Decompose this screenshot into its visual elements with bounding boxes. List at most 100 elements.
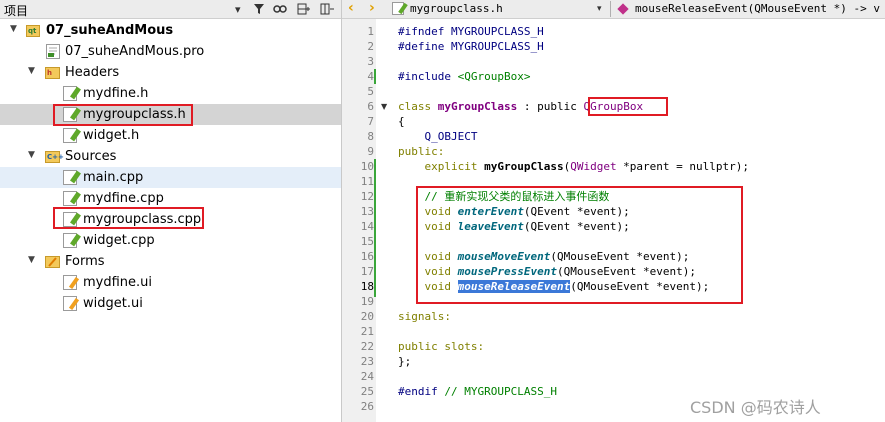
code-line-7: { (398, 115, 405, 128)
tree-item-widget-h[interactable]: widget.h (0, 125, 341, 146)
toolbar-divider (610, 1, 611, 17)
line-number: 2 (367, 40, 374, 53)
line-number: 15 (360, 235, 374, 248)
filter-icon[interactable] (253, 1, 265, 17)
line-number: 13 (360, 205, 374, 218)
highlight-box (588, 97, 668, 116)
chevron-down-icon[interactable]: ▼ (28, 255, 35, 265)
file-tab-label[interactable]: mygroupclass.h (410, 2, 503, 15)
line-number: 4 (367, 70, 374, 83)
highlight-box (53, 104, 193, 126)
modified-marker (374, 159, 376, 297)
chevron-down-icon[interactable]: ▾ (597, 1, 602, 17)
header-file-icon (392, 2, 408, 15)
project-icon: qt (26, 25, 40, 37)
split-add-icon[interactable] (297, 1, 311, 17)
tree-item-label: 07_suheAndMous.pro (65, 44, 205, 59)
tree-item-label: mydfine.h (83, 86, 149, 101)
line-number: 23 (360, 355, 374, 368)
chevron-down-icon[interactable]: ▼ (10, 24, 17, 34)
code-line-20: signals: (398, 310, 451, 323)
close-split-icon[interactable] (320, 1, 334, 17)
source-file-icon (63, 191, 81, 206)
line-number: 9 (367, 145, 374, 158)
code-line-2: #define MYGROUPCLASS_H (398, 40, 544, 53)
method-icon (617, 3, 629, 15)
tree-item-label: Sources (65, 149, 117, 164)
project-pane-toolbar: 项目 ▾ (0, 0, 341, 19)
code-line-9: public: (398, 145, 445, 158)
tree-item-mydfine-ui[interactable]: mydfine.ui (0, 272, 341, 293)
line-number: 26 (360, 400, 374, 413)
line-number: 14 (360, 220, 374, 233)
folder-icon: h (45, 67, 60, 79)
tree-item-label: Headers (65, 65, 120, 80)
project-pane: 项目 ▾ ▼ qt 07_suheAndMous 07_suheAndMous.… (0, 0, 342, 422)
line-number: 16 (360, 250, 374, 263)
tree-item-headers[interactable]: ▼ h Headers (0, 62, 341, 83)
code-line-22: public slots: (398, 340, 485, 353)
tree-item-label: mydfine.ui (83, 275, 153, 290)
header-file-icon (63, 128, 81, 143)
tree-item-label: main.cpp (83, 170, 144, 185)
ui-file-icon (63, 275, 80, 290)
line-number: 3 (367, 55, 374, 68)
highlight-box (416, 186, 743, 304)
tree-item-label: 07_suheAndMous (46, 23, 174, 38)
line-number: 18 (360, 280, 374, 293)
editor-toolbar: ‹ › mygroupclass.h ▾ mouseReleaseEvent(Q… (342, 0, 885, 19)
line-number: 22 (360, 340, 374, 353)
pro-file-icon (46, 44, 60, 59)
source-file-icon (63, 233, 81, 248)
tree-item-main-cpp[interactable]: main.cpp (0, 167, 341, 188)
source-file-icon (63, 170, 81, 185)
line-number: 21 (360, 325, 374, 338)
chevron-down-icon[interactable]: ▼ (28, 150, 35, 160)
code-line-4: #include <QGroupBox> (398, 70, 531, 83)
highlight-box (53, 207, 204, 229)
line-number: 6 (367, 100, 374, 113)
watermark: CSDN @码农诗人 (690, 398, 821, 417)
tree-item-forms[interactable]: ▼ Forms (0, 251, 341, 272)
tree-item-mydfine-h[interactable]: mydfine.h (0, 83, 341, 104)
back-arrow-icon[interactable]: ‹ (348, 0, 354, 16)
line-number: 20 (360, 310, 374, 323)
chevron-down-icon[interactable]: ▼ (28, 66, 35, 76)
line-number: 25 (360, 385, 374, 398)
modified-marker (374, 69, 376, 84)
tree-item-sources[interactable]: ▼ C++ Sources (0, 146, 341, 167)
line-number: 1 (367, 25, 374, 38)
tree-item-mydfine-cpp[interactable]: mydfine.cpp (0, 188, 341, 209)
folder-icon: C++ (45, 151, 64, 163)
tree-item-label: widget.ui (83, 296, 143, 311)
tree-item-label: widget.h (83, 128, 140, 143)
line-number: 17 (360, 265, 374, 278)
code-line-1: #ifndef MYGROUPCLASS_H (398, 25, 544, 38)
code-line-8: Q_OBJECT (398, 130, 478, 143)
code-line-25: #endif // MYGROUPCLASS_H (398, 385, 557, 398)
chevron-down-icon[interactable]: ▾ (235, 1, 241, 17)
line-number: 10 (360, 160, 374, 173)
fold-arrow-icon[interactable]: ▼ (381, 102, 387, 111)
code-line-23: }; (398, 355, 412, 368)
line-number: 8 (367, 130, 374, 143)
symbol-selector[interactable]: mouseReleaseEvent(QMouseEvent *) -> v (635, 2, 880, 15)
code-line-10: explicit myGroupClass(QWidget *parent = … (398, 160, 750, 173)
line-number: 19 (360, 295, 374, 308)
tree-item-widget-cpp[interactable]: widget.cpp (0, 230, 341, 251)
tree-item-label: widget.cpp (83, 233, 155, 248)
line-number: 24 (360, 370, 374, 383)
tree-item-pro-file[interactable]: 07_suheAndMous.pro (0, 41, 341, 62)
line-number: 7 (367, 115, 374, 128)
tree-item-widget-ui[interactable]: widget.ui (0, 293, 341, 314)
line-number: 5 (367, 85, 374, 98)
folder-icon (45, 256, 60, 268)
tree-item-label: Forms (65, 254, 105, 269)
ui-file-icon (63, 296, 80, 311)
line-number: 11 (360, 175, 374, 188)
forward-arrow-icon[interactable]: › (369, 0, 375, 16)
link-icon[interactable] (273, 1, 287, 17)
project-pane-title: 项目 (4, 4, 29, 18)
tree-item-project[interactable]: ▼ qt 07_suheAndMous (0, 20, 341, 41)
line-number: 12 (360, 190, 374, 203)
